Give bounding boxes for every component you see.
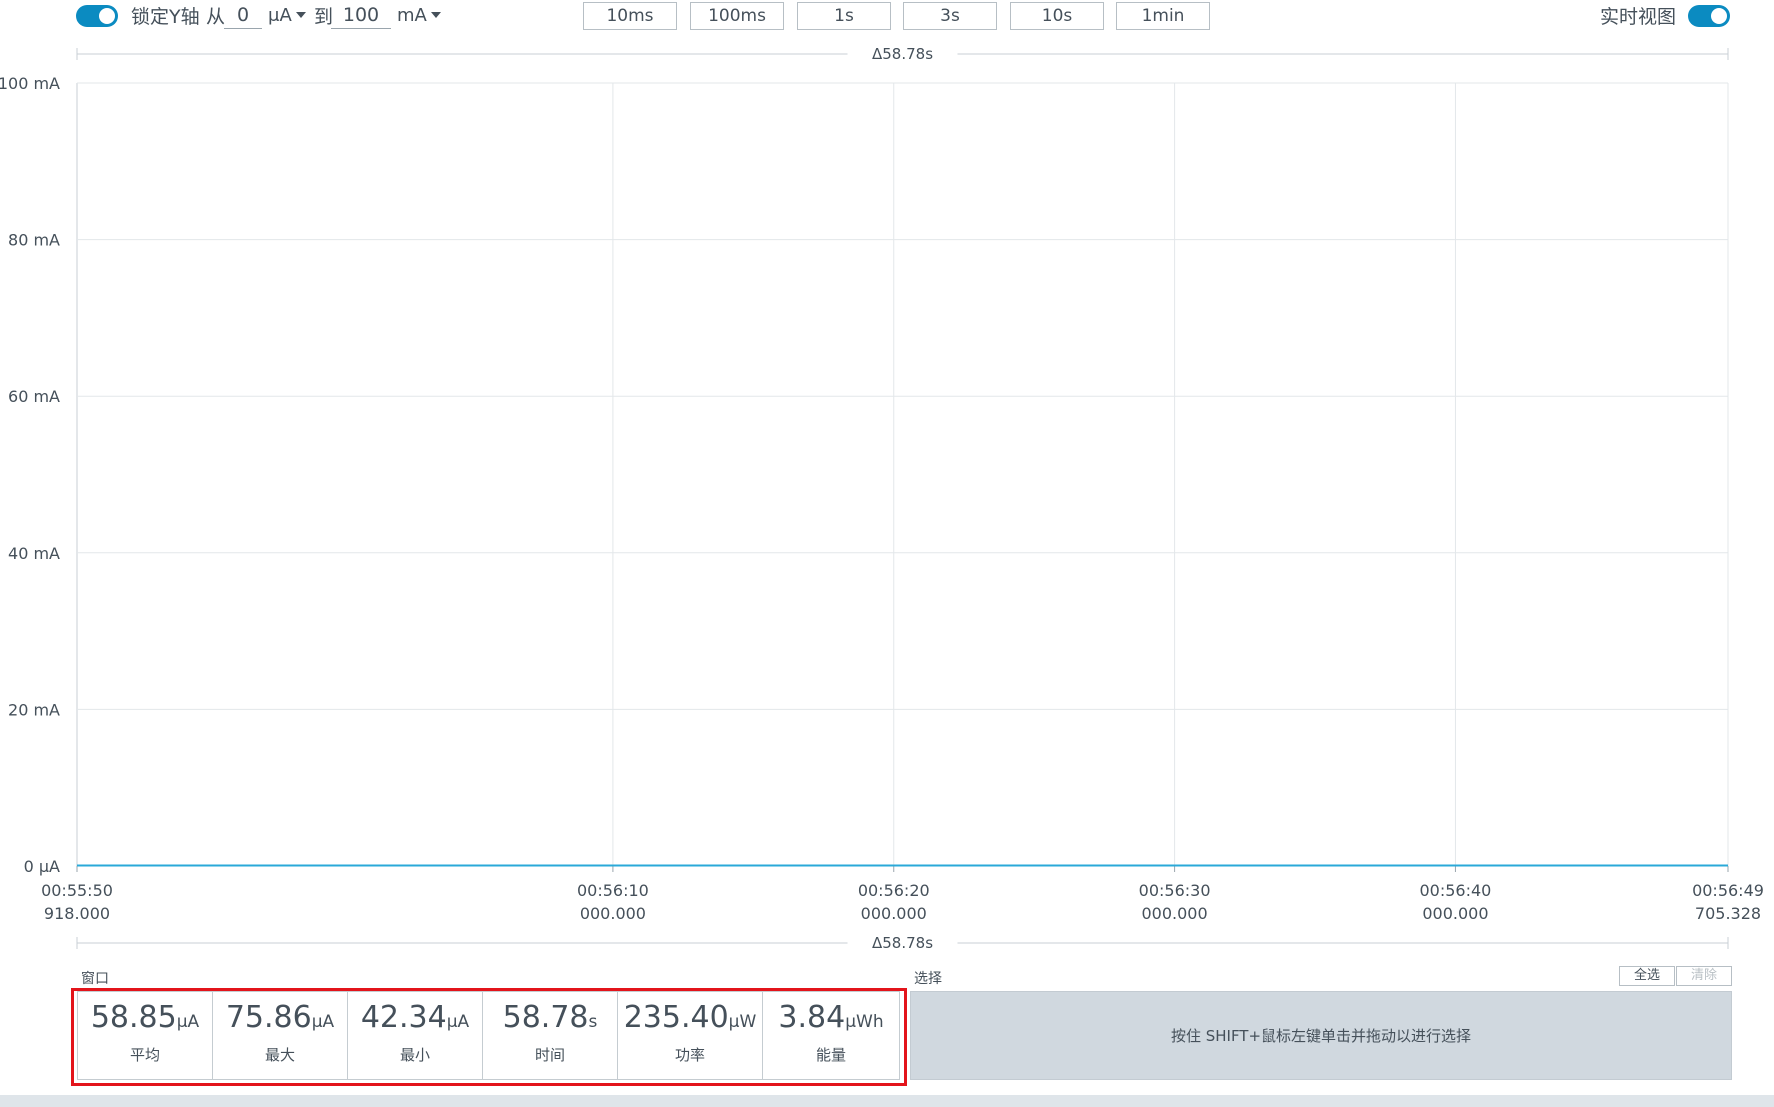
bottom-delta-label: Δ58.78s	[872, 934, 933, 952]
y-tick-label: 0 μA	[24, 857, 60, 876]
chevron-down-icon	[430, 11, 441, 18]
stat-value-number: 3.84	[778, 1000, 846, 1035]
stat-value-unit: s	[588, 1012, 598, 1032]
stat-value-unit: μWh	[845, 1012, 884, 1032]
y-tick-label: 100 mA	[0, 74, 60, 93]
select-all-button[interactable]: 全选	[1619, 966, 1675, 986]
delta-indicators: Δ58.78s Δ58.78s	[76, 45, 1729, 952]
stat-power: 235.40μW 功率	[618, 992, 763, 1079]
stat-value-number: 58.78	[502, 1000, 589, 1035]
x-tick-label-time: 00:56:20	[858, 881, 930, 900]
stat-power-label: 功率	[674, 1046, 705, 1064]
y-max-input[interactable]	[331, 2, 391, 29]
stat-value-unit: μW	[728, 1012, 757, 1032]
x-tick-label-ms: 705.328	[1695, 904, 1761, 923]
stat-value-number: 75.86	[225, 1000, 312, 1035]
y-max-unit-select[interactable]: mA	[397, 5, 441, 27]
stat-average-value: 58.85μA	[78, 1000, 212, 1040]
stat-value-number: 235.40	[623, 1000, 729, 1035]
stat-value-number: 42.34	[360, 1000, 447, 1035]
y-min-unit-value: μA	[268, 5, 292, 26]
chart-grid	[76, 82, 1729, 867]
y-tick-label: 20 mA	[8, 700, 60, 719]
stat-maximum-value: 75.86μA	[213, 1000, 347, 1040]
from-label: 从	[206, 6, 226, 28]
chevron-down-icon	[295, 11, 306, 18]
x-tick-label-time: 00:56:49	[1692, 881, 1764, 900]
stat-maximum: 75.86μA 最大	[213, 992, 348, 1079]
selection-section-label: 选择	[914, 971, 942, 987]
x-tick-label-time: 00:56:10	[577, 881, 649, 900]
lock-y-axis-toggle[interactable]	[76, 5, 118, 27]
window-100ms-button[interactable]: 100ms	[690, 2, 784, 30]
window-stats-panel: 58.85μA 平均 75.86μA 最大 42.34μA 最小 58.78s …	[77, 991, 900, 1080]
selection-area[interactable]: 按住 SHIFT+鼠标左键单击并拖动以进行选择	[910, 991, 1732, 1080]
stat-duration: 58.78s 时间	[483, 992, 618, 1079]
live-view-toggle[interactable]	[1688, 5, 1730, 27]
stat-average-label: 平均	[129, 1046, 160, 1064]
x-tick-label-ms: 000.000	[580, 904, 646, 923]
toggle-knob	[99, 8, 115, 24]
y-min-unit-select[interactable]: μA	[268, 5, 306, 27]
x-tick-label-ms: 918.000	[44, 904, 110, 923]
stat-duration-value: 58.78s	[483, 1000, 617, 1040]
current-chart[interactable]: 100 mA 80 mA 60 mA 40 mA 20 mA 0 μA 00:55:50 9…	[0, 40, 1774, 960]
window-section-label: 窗口	[81, 971, 109, 987]
y-min-input[interactable]	[224, 2, 262, 29]
stat-value-unit: μA	[176, 1012, 200, 1032]
stat-energy-label: 能量	[815, 1046, 846, 1064]
toolbar: 锁定Y轴 从 μA 到 mA 10ms 100ms 1s 3s 10s 1min…	[0, 0, 1774, 34]
y-tick-label: 80 mA	[8, 231, 60, 250]
toggle-knob	[1711, 8, 1727, 24]
x-tick-label-time: 00:56:30	[1139, 881, 1211, 900]
stat-minimum-label: 最小	[399, 1046, 430, 1064]
x-tick-label-ms: 000.000	[1422, 904, 1488, 923]
stat-minimum-value: 42.34μA	[348, 1000, 482, 1040]
x-axis-ticks: 00:55:50 918.000 00:56:10 000.000 00:56:20 00…	[41, 866, 1764, 923]
x-tick-label-time: 00:56:40	[1420, 881, 1492, 900]
y-max-unit-value: mA	[397, 5, 427, 26]
x-tick-label-time: 00:55:50	[41, 881, 113, 900]
live-view-label: 实时视图	[1600, 6, 1677, 28]
stat-energy: 3.84μWh 能量	[763, 992, 899, 1079]
stat-maximum-label: 最大	[264, 1046, 295, 1064]
clear-selection-button[interactable]: 清除	[1676, 966, 1732, 986]
x-tick-label-ms: 000.000	[1142, 904, 1208, 923]
window-10ms-button[interactable]: 10ms	[583, 2, 677, 30]
top-delta-label: Δ58.78s	[872, 45, 933, 63]
stat-energy-value: 3.84μWh	[763, 1000, 899, 1040]
stat-average: 58.85μA 平均	[78, 992, 213, 1079]
bottom-strip	[0, 1095, 1774, 1107]
window-10s-button[interactable]: 10s	[1010, 2, 1104, 30]
window-1s-button[interactable]: 1s	[797, 2, 891, 30]
stat-value-unit: μA	[311, 1012, 335, 1032]
lock-y-axis-label: 锁定Y轴	[131, 6, 200, 28]
selection-hint: 按住 SHIFT+鼠标左键单击并拖动以进行选择	[1170, 1027, 1472, 1045]
window-3s-button[interactable]: 3s	[903, 2, 997, 30]
window-1min-button[interactable]: 1min	[1116, 2, 1210, 30]
y-tick-label: 60 mA	[8, 387, 60, 406]
stat-value-number: 58.85	[90, 1000, 177, 1035]
stat-value-unit: μA	[446, 1012, 470, 1032]
x-tick-label-ms: 000.000	[861, 904, 927, 923]
y-axis-ticks: 100 mA 80 mA 60 mA 40 mA 20 mA 0 μA	[0, 74, 60, 876]
stat-minimum: 42.34μA 最小	[348, 992, 483, 1079]
y-tick-label: 40 mA	[8, 544, 60, 563]
stat-duration-label: 时间	[534, 1046, 565, 1064]
stat-power-value: 235.40μW	[618, 1000, 762, 1040]
